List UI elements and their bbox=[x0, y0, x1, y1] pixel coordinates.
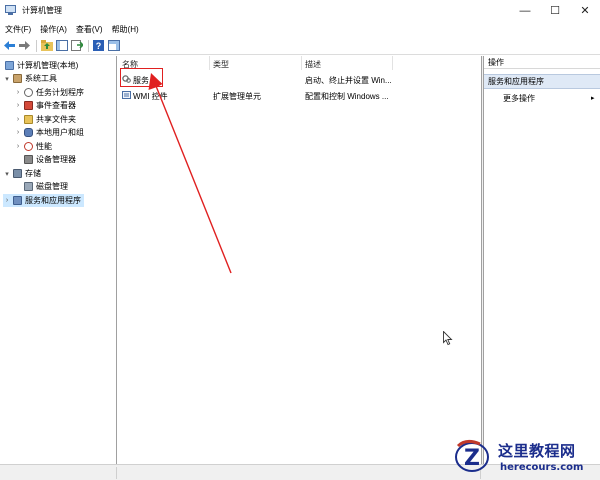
menu-bar: 文件(F) 操作(A) 查看(V) 帮助(H) bbox=[0, 21, 600, 37]
actions-section-services-apps[interactable]: 服务和应用程序 bbox=[484, 74, 600, 89]
submenu-arrow-icon: ▸ bbox=[591, 95, 595, 102]
up-one-level-button[interactable] bbox=[40, 39, 53, 52]
wmi-control-icon bbox=[122, 91, 131, 99]
watermark-url: herecours.com bbox=[500, 462, 584, 473]
tree-expander[interactable]: ▾ bbox=[3, 170, 11, 178]
status-segment bbox=[0, 467, 117, 479]
show-hide-action-icon bbox=[107, 40, 120, 51]
console-frame: 计算机管理(本地) ▾ 系统工具 › 任务计划程序 › 事件查看器 › 共享文件… bbox=[0, 56, 600, 464]
tree-item-storage[interactable]: ▾ 存储 bbox=[3, 167, 41, 180]
tree-item-performance[interactable]: › 性能 bbox=[14, 140, 52, 153]
tree-item-computer-management[interactable]: 计算机管理(本地) bbox=[3, 59, 78, 72]
computer-management-icon bbox=[5, 61, 14, 70]
console-tree: 计算机管理(本地) ▾ 系统工具 › 任务计划程序 › 事件查看器 › 共享文件… bbox=[0, 56, 117, 464]
close-button[interactable]: ✕ bbox=[570, 0, 600, 21]
up-folder-icon bbox=[40, 40, 53, 51]
svg-text:Z: Z bbox=[464, 446, 480, 471]
menu-file[interactable]: 文件(F) bbox=[1, 24, 35, 35]
menu-help[interactable]: 帮助(H) bbox=[108, 24, 143, 35]
tree-item-system-tools[interactable]: ▾ 系统工具 bbox=[3, 72, 57, 85]
tree-expander[interactable]: › bbox=[14, 129, 22, 136]
tree-item-label: 性能 bbox=[36, 142, 52, 151]
tree-item-label: 存储 bbox=[25, 169, 41, 178]
performance-icon bbox=[24, 142, 33, 151]
list-cell-type: 扩展管理单元 bbox=[213, 92, 261, 101]
tree-item-label: 系统工具 bbox=[25, 74, 57, 83]
storage-icon bbox=[13, 169, 22, 178]
back-button[interactable] bbox=[3, 39, 16, 52]
column-divider[interactable] bbox=[209, 56, 210, 70]
disk-management-icon bbox=[24, 182, 33, 191]
toolbar-separator bbox=[36, 39, 37, 52]
actions-pane: 操作 服务和应用程序 更多操作 ▸ bbox=[484, 56, 600, 464]
tree-expander[interactable]: › bbox=[14, 89, 22, 96]
tree-item-label: 本地用户和组 bbox=[36, 128, 84, 137]
watermark: Z 这里教程网 herecours.com bbox=[452, 436, 600, 480]
tree-expander[interactable]: › bbox=[3, 197, 11, 204]
tree-expander[interactable]: › bbox=[14, 143, 22, 150]
toolbar-separator bbox=[88, 39, 89, 52]
svg-text:?: ? bbox=[96, 41, 102, 51]
tree-expander[interactable]: › bbox=[14, 116, 22, 123]
tree-item-local-users-groups[interactable]: › 本地用户和组 bbox=[14, 126, 84, 139]
details-pane: 名称 类型 描述 服务 启动、终止并设置 Win... WMI 控件 扩展管理单… bbox=[118, 56, 481, 464]
tree-item-label: 服务和应用程序 bbox=[25, 196, 81, 205]
watermark-name: 这里教程网 bbox=[498, 442, 576, 460]
tree-item-disk-management[interactable]: 磁盘管理 bbox=[14, 180, 68, 193]
list-cell-description: 配置和控制 Windows ... bbox=[305, 92, 389, 101]
local-users-icon bbox=[24, 128, 33, 137]
maximize-button[interactable]: ☐ bbox=[540, 0, 570, 21]
watermark-logo-icon: Z bbox=[455, 439, 489, 472]
forward-arrow-icon bbox=[19, 41, 30, 50]
tree-item-services-applications[interactable]: › 服务和应用程序 bbox=[3, 194, 84, 207]
menu-action[interactable]: 操作(A) bbox=[36, 24, 71, 35]
export-list-button[interactable] bbox=[70, 39, 83, 52]
tree-item-label: 磁盘管理 bbox=[36, 182, 68, 191]
services-apps-icon bbox=[13, 196, 22, 205]
device-manager-icon bbox=[24, 155, 33, 164]
export-list-icon bbox=[70, 40, 83, 51]
column-divider[interactable] bbox=[392, 56, 393, 70]
window-title: 计算机管理 bbox=[22, 6, 62, 15]
column-header-type[interactable]: 类型 bbox=[213, 59, 229, 70]
system-tools-icon bbox=[13, 74, 22, 83]
column-divider[interactable] bbox=[301, 56, 302, 70]
event-viewer-icon bbox=[24, 101, 33, 110]
minimize-button[interactable]: — bbox=[510, 0, 540, 21]
tree-item-event-viewer[interactable]: › 事件查看器 bbox=[14, 99, 76, 112]
shared-folders-icon bbox=[24, 115, 33, 124]
column-header-description[interactable]: 描述 bbox=[305, 59, 321, 70]
more-actions-item[interactable]: 更多操作 bbox=[503, 93, 535, 104]
forward-button[interactable] bbox=[18, 39, 31, 52]
tree-item-task-scheduler[interactable]: › 任务计划程序 bbox=[14, 86, 84, 99]
title-bar: 计算机管理 — ☐ ✕ bbox=[0, 0, 600, 21]
toolbar: ? bbox=[0, 37, 600, 55]
computer-management-app-icon bbox=[5, 5, 16, 16]
help-icon: ? bbox=[93, 40, 104, 51]
actions-header: 操作 bbox=[484, 56, 600, 69]
tree-item-label: 设备管理器 bbox=[36, 155, 76, 164]
help-button[interactable]: ? bbox=[92, 39, 105, 52]
tree-item-label: 共享文件夹 bbox=[36, 115, 76, 124]
back-arrow-icon bbox=[4, 41, 15, 50]
tree-item-shared-folders[interactable]: › 共享文件夹 bbox=[14, 113, 76, 126]
tree-item-device-manager[interactable]: 设备管理器 bbox=[14, 153, 76, 166]
tree-expander[interactable]: › bbox=[14, 102, 22, 109]
show-hide-tree-button[interactable] bbox=[55, 39, 68, 52]
task-scheduler-icon bbox=[24, 88, 33, 97]
tree-expander[interactable]: ▾ bbox=[3, 75, 11, 83]
menu-view[interactable]: 查看(V) bbox=[72, 24, 107, 35]
list-cell-name: WMI 控件 bbox=[133, 92, 168, 101]
show-hide-action-pane-button[interactable] bbox=[107, 39, 120, 52]
list-cell-description: 启动、终止并设置 Win... bbox=[305, 76, 392, 85]
annotation-highlight-box bbox=[120, 68, 163, 87]
tree-item-label: 事件查看器 bbox=[36, 101, 76, 110]
show-hide-tree-icon bbox=[55, 40, 68, 51]
tree-item-label: 计算机管理(本地) bbox=[17, 61, 79, 70]
status-segment bbox=[117, 467, 481, 479]
mouse-cursor-icon bbox=[443, 331, 453, 346]
tree-item-label: 任务计划程序 bbox=[36, 88, 84, 97]
